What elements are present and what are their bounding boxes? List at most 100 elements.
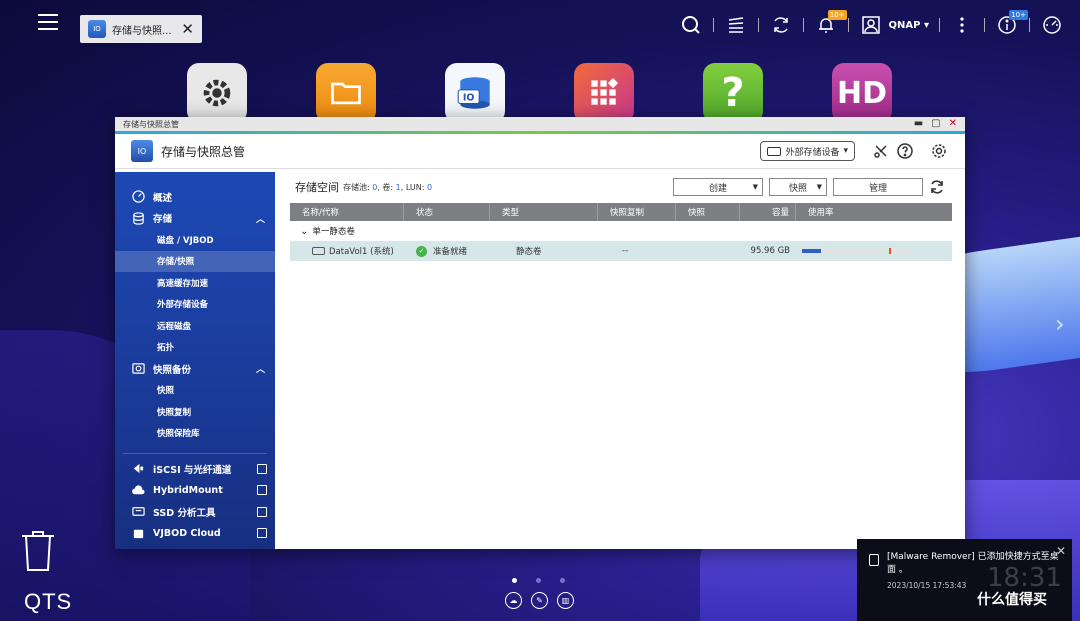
table-row[interactable]: DataVol1 (系统) ✓ 准备就绪 静态卷 -- 95.96 GB [290,241,952,261]
help-center-icon[interactable]: ? [703,63,763,123]
page-dot[interactable] [560,578,565,583]
sidebar-item-label: VJBOD Cloud [153,527,221,539]
chevron-down-icon[interactable]: ⌄ [300,226,308,237]
minimize-icon[interactable]: ▬ [914,119,923,129]
storage-manager-window: 存储与快照总管 ▬ ▢ ✕ IO 存储与快照总管 外部存储设备 ▾ 概述 存储 … [115,117,965,549]
close-icon[interactable]: ✕ [1056,544,1066,558]
svg-text:IO: IO [463,92,475,103]
cloud-icon [131,483,145,497]
dock-book-icon[interactable]: ▥ [557,592,574,609]
replication-cell: -- [622,246,629,256]
main-panel: 存储空间 存储池: 0, 卷: 1, LUN: 0 创建 ▼ 快照 ▼ 管理 名称/… [275,172,965,549]
dashboard-icon[interactable] [1040,13,1064,37]
hd-station-icon[interactable]: HD [832,63,892,123]
user-name: QNAP [888,19,921,31]
sidebar-item-ssd-tool[interactable]: SSD 分析工具 [115,501,275,523]
qts-logo: QTS [24,589,73,614]
close-icon[interactable]: ✕ [949,119,957,129]
tools-icon[interactable] [871,141,891,161]
app-tab-storage[interactable]: IO 存储与快照... ✕ [80,15,202,43]
sidebar-item-label: SSD 分析工具 [153,507,216,519]
info-icon[interactable]: 10+ [995,10,1028,37]
external-storage-button[interactable]: 外部存储设备 ▾ [760,141,855,161]
external-link-icon[interactable] [257,463,267,474]
external-link-icon[interactable] [257,528,267,539]
storage-snapshots-icon[interactable]: IO [445,63,505,123]
sidebar-item-hybridmount[interactable]: HybridMount [115,480,275,502]
group-label: 单一静态卷 [312,227,355,237]
control-panel-icon[interactable] [187,63,247,123]
sidebar-subitem-topology[interactable]: 拓扑 [115,337,275,359]
storage-app-icon: IO [88,20,106,38]
user-icon[interactable] [859,13,883,37]
create-button[interactable]: 创建 ▼ [673,178,763,196]
stats-lun-count: 0 [427,182,433,192]
dock-tool-icon[interactable]: ✎ [531,592,548,609]
divider [712,18,714,32]
column-header-name[interactable]: 名称/代称 [290,203,404,221]
user-menu[interactable]: QNAP ▾ [889,20,929,31]
background-task-icon[interactable] [769,13,793,37]
column-header-capacity[interactable]: 容量 [740,203,796,221]
storage-table: 名称/代称 状态 类型 快照复制 快照 容量 使用率 ⌄ 单一静态卷 DataV… [290,203,952,261]
page-dot[interactable] [536,578,541,583]
ssd-icon [131,505,145,519]
column-header-usage[interactable]: 使用率 [796,203,952,221]
divider [1029,18,1030,32]
notification-popup[interactable]: ✕ [Malware Remover] 已添加快捷方式至桌面 。 2023/10… [857,539,1072,621]
help-icon[interactable] [895,141,915,161]
divider [847,18,849,32]
sidebar-item-storage[interactable]: 存储 ︿ [115,208,275,230]
sidebar-item-label: HybridMount [153,484,223,496]
event-log-icon[interactable] [724,13,748,37]
external-link-icon[interactable] [257,506,267,517]
refresh-icon[interactable] [929,179,945,195]
maximize-icon[interactable]: ▢ [931,119,940,129]
sidebar-item-overview[interactable]: 概述 [115,186,275,208]
notification-bell-icon[interactable]: 10+ [814,10,847,37]
sidebar-item-iscsi[interactable]: iSCSI 与光纤通道 [115,458,275,480]
sidebar-item-label: 快照备份 [153,364,192,376]
page-dot[interactable] [512,578,517,583]
sidebar-subitem-external-storage[interactable]: 外部存储设备 [115,294,275,316]
trash-icon[interactable] [20,528,56,574]
sidebar-subitem-remote-disk[interactable]: 远程磁盘 [115,315,275,337]
sidebar-subitem-snapshot[interactable]: 快照 [115,380,275,402]
next-page-arrow-icon[interactable]: › [1055,310,1065,338]
chevron-down-icon: ▼ [816,183,822,191]
file-station-icon[interactable] [316,63,376,123]
main-menu-icon[interactable] [38,14,58,32]
column-header-type[interactable]: 类型 [490,203,598,221]
chevron-up-icon[interactable]: ︿ [256,212,265,225]
sidebar-subitem-snapshot-replica[interactable]: 快照复制 [115,401,275,423]
taskbar: IO 存储与快照... ✕ 10+ QNAP ▾ 10+ [0,0,1080,50]
close-icon[interactable]: ✕ [181,20,194,38]
settings-gear-icon[interactable] [929,141,949,161]
dock-cloud-icon[interactable]: ☁ [505,592,522,609]
external-link-icon[interactable] [257,485,267,496]
column-header-snapshot[interactable]: 快照 [676,203,740,221]
divider [802,18,804,32]
dock: ☁ ✎ ▥ [505,592,574,609]
manage-button[interactable]: 管理 [833,178,923,196]
sidebar-subitem-cache[interactable]: 高速缓存加速 [115,272,275,294]
search-icon[interactable] [679,13,703,37]
database-icon [131,211,145,225]
sidebar-subitem-storage-snapshots[interactable]: 存储/快照 [115,250,275,272]
sidebar-subitem-snapshot-vault[interactable]: 快照保险库 [115,423,275,445]
task-badge: 10+ [1009,10,1028,20]
window-titlebar[interactable]: 存储与快照总管 ▬ ▢ ✕ [115,117,965,131]
snapshot-button[interactable]: 快照 ▼ [769,178,827,196]
column-header-status[interactable]: 状态 [404,203,490,221]
column-header-replication[interactable]: 快照复制 [598,203,676,221]
group-row[interactable]: ⌄ 单一静态卷 [290,221,952,241]
sidebar-item-snapshot-backup[interactable]: 快照备份 ︿ [115,358,275,380]
sidebar-subitem-disks[interactable]: 磁盘 / VJBOD [115,229,275,251]
more-options-icon[interactable] [950,13,974,37]
sidebar-item-vjbod-cloud[interactable]: VJBOD Cloud [115,523,275,545]
chevron-up-icon[interactable]: ︿ [256,362,265,375]
app-center-icon[interactable] [574,63,634,123]
sidebar-item-label: 存储 [153,214,173,226]
stats-vol-label: , 卷: [377,182,394,192]
main-toolbar: 存储空间 存储池: 0, 卷: 1, LUN: 0 创建 ▼ 快照 ▼ 管理 [275,172,965,202]
